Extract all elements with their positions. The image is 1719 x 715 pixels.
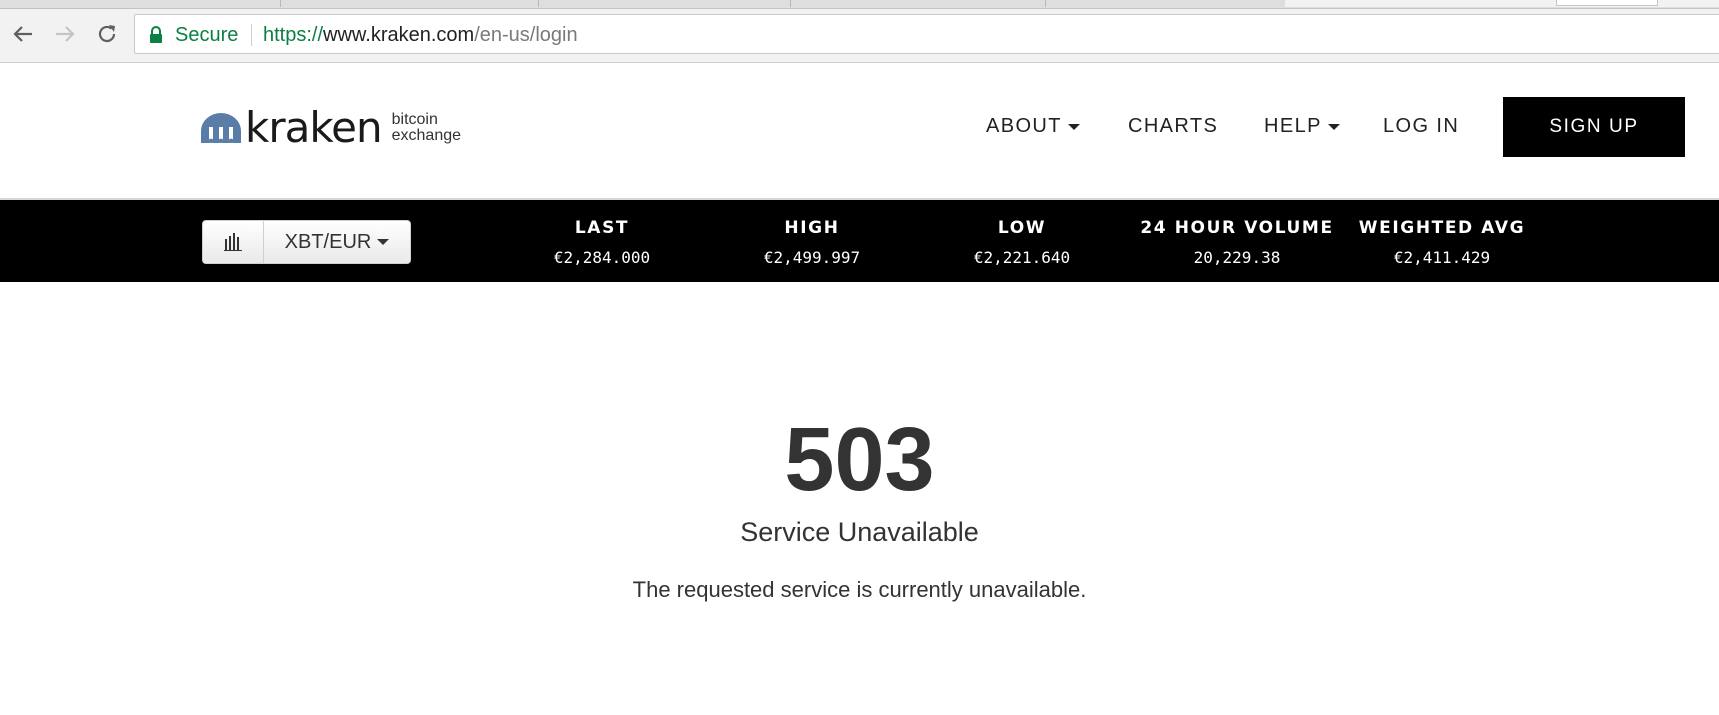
nav-help[interactable]: HELP xyxy=(1264,115,1340,138)
reload-button[interactable] xyxy=(92,19,122,49)
stat-label: 24 HOUR VOLUME xyxy=(1140,218,1334,238)
stat-weighted-avg: WEIGHTED AVG €2,411.429 xyxy=(1342,218,1542,267)
url-text: https://www.kraken.com/en-us/login xyxy=(263,24,578,47)
url-host: www.kraken.com xyxy=(323,24,475,46)
browser-tab[interactable] xyxy=(538,0,791,7)
error-title: Service Unavailable xyxy=(740,517,979,547)
nav-help-label: HELP xyxy=(1264,115,1322,137)
stat-label: LOW xyxy=(997,218,1047,238)
url-path: /en-us/login xyxy=(474,24,578,46)
stat-value: €2,284.000 xyxy=(553,248,651,267)
stat-label: HIGH xyxy=(784,218,840,238)
lock-icon xyxy=(150,26,162,43)
browser-tabstrip xyxy=(0,0,1719,9)
browser-tab[interactable] xyxy=(280,0,539,7)
secure-label: Secure xyxy=(175,24,239,46)
back-button[interactable] xyxy=(8,19,38,49)
nav-login-label: LOG IN xyxy=(1383,115,1460,137)
site-header: kraken bitcoin exchange ABOUT CHARTS HEL… xyxy=(0,63,1719,200)
stat-high: HIGH €2,499.997 xyxy=(712,218,912,267)
back-arrow-icon xyxy=(13,26,32,42)
forward-arrow-icon xyxy=(56,26,75,42)
stat-last: LAST €2,284.000 xyxy=(502,218,702,267)
stat-volume: 24 HOUR VOLUME 20,229.38 xyxy=(1132,218,1342,267)
browser-tab[interactable] xyxy=(0,0,281,7)
pair-dropdown[interactable]: XBT/EUR xyxy=(264,221,410,263)
address-separator xyxy=(251,24,252,46)
chevron-down-icon xyxy=(1067,123,1080,130)
chevron-down-icon xyxy=(377,239,390,245)
signup-button[interactable]: SIGN UP xyxy=(1503,97,1685,157)
nav-about-label: ABOUT xyxy=(986,115,1062,137)
browser-toolbar: Secure https://www.kraken.com/en-us/logi… xyxy=(0,9,1719,63)
stat-value: 20,229.38 xyxy=(1193,248,1281,267)
chevron-down-icon xyxy=(1327,123,1340,130)
forward-button[interactable] xyxy=(50,19,80,49)
url-scheme: https:// xyxy=(263,24,324,46)
bar-chart-icon xyxy=(224,233,242,251)
pair-label: XBT/EUR xyxy=(284,230,372,253)
nav-about[interactable]: ABOUT xyxy=(986,115,1080,138)
reload-icon xyxy=(98,25,116,43)
stat-value: €2,499.997 xyxy=(763,248,861,267)
nav-charts[interactable]: CHARTS xyxy=(1128,115,1218,138)
address-bar[interactable]: Secure https://www.kraken.com/en-us/logi… xyxy=(134,14,1719,54)
stat-label: WEIGHTED AVG xyxy=(1358,218,1526,238)
nav-charts-label: CHARTS xyxy=(1128,115,1219,137)
browser-tab[interactable] xyxy=(1045,0,1286,7)
nav-login[interactable]: LOG IN xyxy=(1383,115,1459,138)
stat-low: LOW €2,221.640 xyxy=(922,218,1122,267)
error-block: 503 Service Unavailable The requested se… xyxy=(0,410,1719,604)
stat-label: LAST xyxy=(574,218,630,238)
browser-new-tab-button[interactable] xyxy=(1556,0,1658,6)
ticker-bar: XBT/EUR LAST €2,284.000 HIGH €2,499.997 … xyxy=(0,200,1719,282)
error-code: 503 xyxy=(784,410,935,510)
pair-selector-group: XBT/EUR xyxy=(202,220,411,264)
stat-value: €2,411.429 xyxy=(1393,248,1491,267)
error-message: The requested service is currently unava… xyxy=(632,577,1087,602)
main-nav: ABOUT CHARTS HELP LOG IN SIGN UP xyxy=(0,63,1719,198)
browser-tab[interactable] xyxy=(790,0,1046,7)
stat-value: €2,221.640 xyxy=(973,248,1071,267)
chart-button[interactable] xyxy=(203,221,264,263)
